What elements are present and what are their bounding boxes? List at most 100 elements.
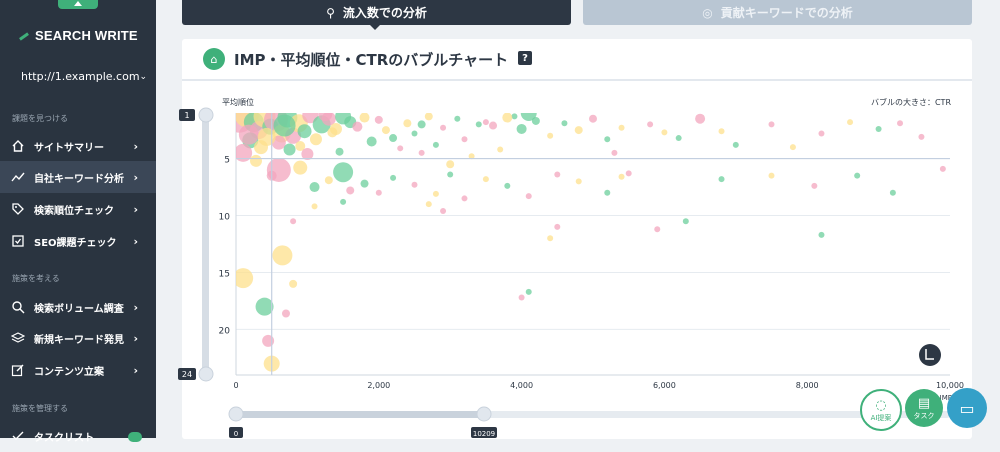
bubble-point[interactable] bbox=[262, 334, 275, 347]
bubble-point[interactable] bbox=[847, 119, 854, 126]
bubble-point[interactable] bbox=[255, 297, 274, 316]
bubble-point[interactable] bbox=[516, 123, 527, 134]
bubble-point[interactable] bbox=[575, 178, 582, 185]
bubble-point[interactable] bbox=[411, 181, 418, 188]
bubble-point[interactable] bbox=[425, 201, 432, 208]
bubble-point[interactable] bbox=[418, 149, 425, 156]
bubble-point[interactable] bbox=[818, 231, 825, 238]
bubble-point[interactable] bbox=[390, 174, 397, 181]
bubble-point[interactable] bbox=[654, 226, 661, 233]
bubble-point[interactable] bbox=[682, 218, 689, 225]
bubble-point[interactable] bbox=[732, 141, 739, 148]
bubble-point[interactable] bbox=[875, 125, 882, 132]
bubble-point[interactable] bbox=[335, 147, 344, 156]
bubble-point[interactable] bbox=[818, 130, 825, 137]
bubble-point[interactable] bbox=[289, 279, 298, 288]
bubble-point[interactable] bbox=[397, 145, 404, 152]
bubble-point[interactable] bbox=[273, 114, 296, 137]
bubble-point[interactable] bbox=[502, 113, 513, 123]
bubble-point[interactable] bbox=[554, 223, 561, 230]
bubble-point[interactable] bbox=[695, 113, 706, 124]
bubble-point[interactable] bbox=[311, 203, 318, 210]
bubble-point[interactable] bbox=[424, 112, 433, 121]
bubble-point[interactable] bbox=[589, 114, 597, 123]
bubble-point[interactable] bbox=[647, 121, 654, 128]
bubble-point[interactable] bbox=[561, 120, 568, 127]
bubble-point[interactable] bbox=[918, 133, 925, 140]
bubble-point[interactable] bbox=[547, 235, 554, 242]
bubble-point[interactable] bbox=[389, 134, 398, 143]
bubble-point[interactable] bbox=[618, 124, 625, 131]
bubble-point[interactable] bbox=[768, 172, 775, 179]
bubble-point[interactable] bbox=[359, 113, 370, 123]
bubble-point[interactable] bbox=[889, 189, 896, 196]
bubble-point[interactable] bbox=[283, 143, 296, 156]
bubble-point[interactable] bbox=[604, 136, 611, 143]
bubble-point[interactable] bbox=[611, 149, 618, 156]
bubble-point[interactable] bbox=[234, 143, 253, 162]
bubble-point[interactable] bbox=[233, 268, 254, 289]
bubble-point[interactable] bbox=[618, 173, 625, 180]
bubble-point[interactable] bbox=[238, 124, 259, 145]
bubble-point[interactable] bbox=[324, 176, 333, 185]
bubble-point[interactable] bbox=[374, 115, 383, 124]
bubble-point[interactable] bbox=[432, 141, 439, 148]
bubble-point[interactable] bbox=[340, 198, 347, 205]
bubble-point[interactable] bbox=[661, 129, 668, 136]
ai-suggest-button[interactable]: ◌ AI提案 bbox=[860, 389, 902, 431]
bubble-point[interactable] bbox=[520, 105, 537, 121]
bubble-point[interactable] bbox=[327, 127, 338, 138]
bubble-point[interactable] bbox=[447, 171, 454, 178]
bubble-point[interactable] bbox=[461, 195, 468, 202]
bubble-point[interactable] bbox=[266, 157, 291, 182]
bubble-point[interactable] bbox=[293, 160, 308, 175]
bubble-point[interactable] bbox=[525, 288, 532, 295]
bubble-point[interactable] bbox=[604, 189, 611, 196]
bubble-point[interactable] bbox=[366, 136, 377, 147]
bubble-point[interactable] bbox=[411, 130, 418, 137]
bubble-point[interactable] bbox=[482, 119, 489, 126]
bubble-point[interactable] bbox=[381, 126, 390, 135]
bubble-point[interactable] bbox=[625, 170, 632, 177]
bubble-point[interactable] bbox=[854, 172, 861, 179]
bubble-point[interactable] bbox=[333, 162, 354, 183]
bubble-point[interactable] bbox=[475, 121, 482, 128]
bubble-point[interactable] bbox=[346, 186, 355, 195]
bubble-point[interactable] bbox=[417, 120, 426, 129]
bubble-point[interactable] bbox=[290, 218, 297, 225]
bubble-point[interactable] bbox=[768, 121, 775, 128]
bubble-point[interactable] bbox=[547, 132, 554, 139]
bubble-point[interactable] bbox=[511, 113, 518, 120]
bubble-point[interactable] bbox=[525, 193, 532, 200]
bubble-point[interactable] bbox=[518, 294, 525, 301]
bubble-point[interactable] bbox=[297, 124, 312, 139]
bubble-point[interactable] bbox=[440, 124, 447, 131]
chat-button[interactable]: ▭ bbox=[947, 388, 987, 428]
bubble-point[interactable] bbox=[440, 207, 447, 214]
bubble-point[interactable] bbox=[360, 179, 369, 188]
bubble-point[interactable] bbox=[718, 176, 725, 183]
task-button[interactable]: ▤ タスク bbox=[905, 389, 943, 427]
bubble-point[interactable] bbox=[318, 107, 333, 122]
bubble-point[interactable] bbox=[352, 121, 363, 132]
bubble-point[interactable] bbox=[461, 136, 468, 143]
bubble-point[interactable] bbox=[482, 176, 489, 183]
bubble-point[interactable] bbox=[897, 120, 904, 127]
bubble-point[interactable] bbox=[272, 245, 293, 266]
bubble-point[interactable] bbox=[309, 182, 320, 193]
bubble-point[interactable] bbox=[939, 165, 946, 172]
bubble-point[interactable] bbox=[375, 189, 382, 196]
bubble-point[interactable] bbox=[454, 115, 461, 122]
bubble-point[interactable] bbox=[432, 190, 439, 197]
bubble-point[interactable] bbox=[446, 160, 455, 169]
bubble-point[interactable] bbox=[309, 133, 322, 146]
bubble-point[interactable] bbox=[497, 146, 504, 153]
bubble-point[interactable] bbox=[249, 154, 262, 167]
bubble-point[interactable] bbox=[718, 128, 725, 135]
bubble-point[interactable] bbox=[811, 182, 818, 189]
bubble-point[interactable] bbox=[403, 119, 412, 128]
bubble-point[interactable] bbox=[574, 126, 583, 135]
bubble-point[interactable] bbox=[504, 182, 511, 189]
bubble-point[interactable] bbox=[789, 144, 796, 151]
bubble-point[interactable] bbox=[489, 121, 498, 130]
